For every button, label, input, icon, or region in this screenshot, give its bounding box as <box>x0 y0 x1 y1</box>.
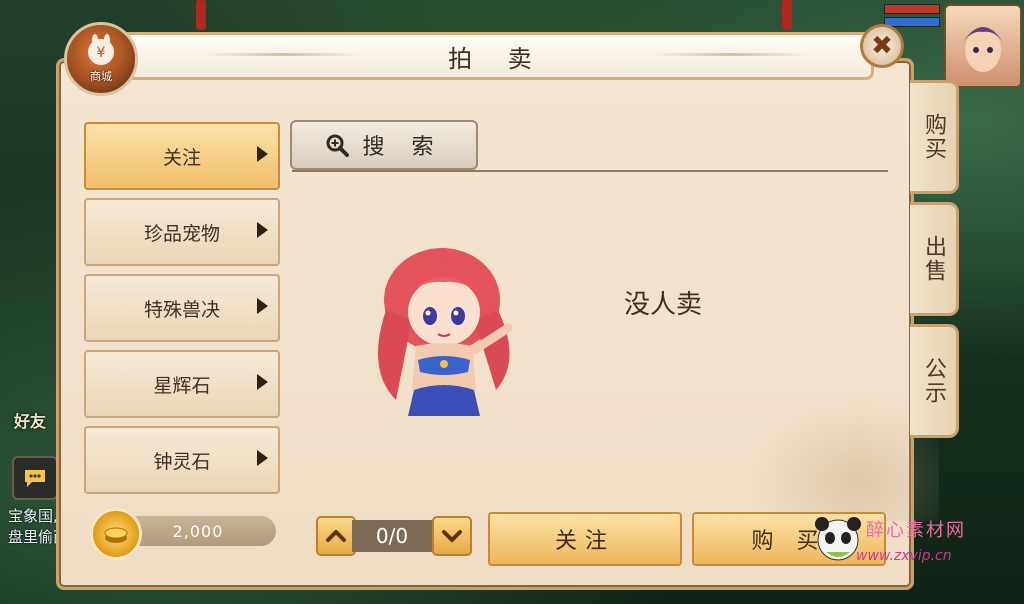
currency-amount: 2,000 <box>120 516 276 546</box>
coin-pile-glyph <box>104 527 128 543</box>
hanging-rope-right <box>782 0 792 30</box>
shop-button[interactable]: ¥ 商城 <box>64 22 138 96</box>
category-label: 关注 <box>162 146 201 169</box>
page-up-button[interactable] <box>316 516 356 556</box>
arrow-right-icon <box>257 146 268 162</box>
category-spirit-stones[interactable]: 钟灵石 <box>84 426 280 494</box>
arrow-right-icon <box>257 450 268 466</box>
gold-coin-icon <box>90 508 142 560</box>
chat-button[interactable] <box>12 456 58 500</box>
mp-bar <box>884 17 940 27</box>
close-button[interactable]: ✖ <box>860 24 904 68</box>
window-title: 拍 卖 <box>448 44 546 73</box>
watermark-url: www.zxvip.cn <box>856 548 952 564</box>
search-button[interactable]: 搜 索 <box>290 120 478 170</box>
hp-bar <box>884 4 940 14</box>
chat-bubble-icon <box>25 470 45 487</box>
magnifier-plus-icon <box>326 134 349 157</box>
category-follow[interactable]: 关注 <box>84 122 280 190</box>
header-divider <box>292 170 888 172</box>
arrow-right-icon <box>257 298 268 314</box>
category-label: 特殊兽决 <box>143 298 220 321</box>
tab-buy[interactable]: 购买 <box>910 80 959 194</box>
player-avatar[interactable] <box>944 4 1022 88</box>
friends-label[interactable]: 好友 <box>14 408 46 432</box>
category-label: 星辉石 <box>153 374 211 397</box>
chevron-down-icon <box>442 530 462 542</box>
search-label: 搜 索 <box>362 135 444 160</box>
watermark-site-name: 醉心素材网 <box>866 520 966 541</box>
hanging-rope-left <box>196 0 206 30</box>
decorative-mountains <box>739 391 939 521</box>
title-ornament-left <box>203 53 363 56</box>
page-down-button[interactable] <box>432 516 472 556</box>
tab-notice[interactable]: 公示 <box>910 324 959 438</box>
category-special-skill-books[interactable]: 特殊兽决 <box>84 274 280 342</box>
tab-sell[interactable]: 出售 <box>910 202 959 316</box>
shop-label: 商城 <box>90 70 112 83</box>
empty-state-character-illustration <box>378 248 513 416</box>
empty-state-message: 没人卖 <box>624 290 703 320</box>
category-label: 钟灵石 <box>153 450 211 473</box>
arrow-right-icon <box>257 374 268 390</box>
page-indicator: 0/0 <box>352 520 432 552</box>
close-icon: ✖ <box>871 31 893 61</box>
title-bar: 拍 卖 <box>120 32 874 80</box>
currency-symbol: ¥ <box>97 45 106 61</box>
category-rare-pets[interactable]: 珍品宠物 <box>84 198 280 266</box>
shop-bag-icon: ¥ <box>88 34 114 65</box>
category-label: 珍品宠物 <box>143 222 220 245</box>
avatar-face-icon <box>963 27 1003 72</box>
arrow-right-icon <box>257 222 268 238</box>
category-star-stones[interactable]: 星辉石 <box>84 350 280 418</box>
chevron-up-icon <box>326 530 346 542</box>
title-ornament-right <box>651 53 811 56</box>
follow-button[interactable]: 关注 <box>488 512 682 566</box>
